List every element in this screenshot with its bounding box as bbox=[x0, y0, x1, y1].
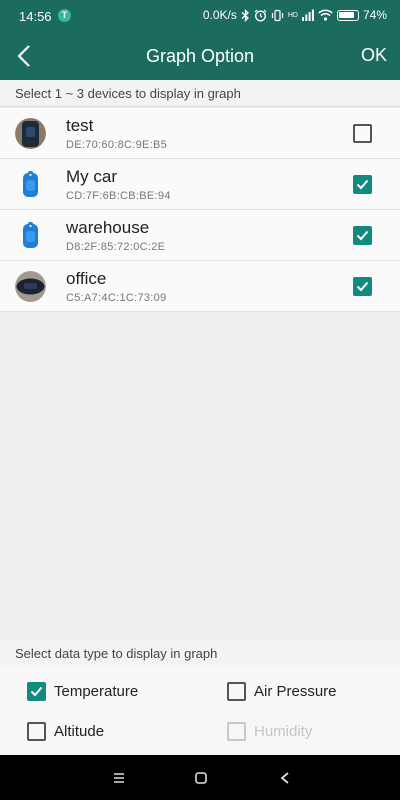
alarm-icon bbox=[254, 9, 267, 21]
temperature-label: Temperature bbox=[54, 683, 139, 700]
data-type-section-header: Select data type to display in graph bbox=[0, 640, 400, 667]
device-checkbox[interactable] bbox=[353, 124, 372, 143]
device-name: test bbox=[66, 116, 94, 135]
wifi-icon bbox=[318, 9, 333, 21]
ok-button[interactable]: OK bbox=[361, 45, 387, 66]
device-row-test[interactable]: test DE:70:60:8C:9E:B5 bbox=[0, 108, 400, 159]
device-mac: DE:70:60:8C:9E:B5 bbox=[66, 139, 168, 151]
device-row-my-car[interactable]: My car CD:7F:6B:CB:BE:94 bbox=[0, 159, 400, 210]
home-square-icon[interactable] bbox=[191, 768, 211, 788]
blue-tag-icon bbox=[23, 222, 38, 248]
humidity-label: Humidity bbox=[254, 723, 313, 740]
vibrate-icon bbox=[271, 9, 283, 21]
device-mac: C5:A7:4C:1C:73:09 bbox=[66, 292, 167, 304]
network-speed: 0.0K/s bbox=[202, 8, 237, 22]
triangle-back-icon[interactable] bbox=[275, 768, 295, 788]
device-list: test DE:70:60:8C:9E:B5 My car CD:7F:6B:C… bbox=[0, 108, 400, 312]
battery-percent: 74% bbox=[362, 8, 387, 22]
system-nav-bar bbox=[0, 755, 400, 800]
status-time: 14:56 bbox=[19, 9, 52, 24]
option-temperature[interactable]: Temperature bbox=[27, 682, 138, 701]
dark-device-photo bbox=[15, 118, 46, 149]
checkmark-icon bbox=[356, 179, 369, 190]
menu-icon[interactable] bbox=[109, 768, 129, 788]
option-altitude[interactable]: Altitude bbox=[27, 722, 104, 741]
checkmark-icon bbox=[30, 686, 43, 697]
device-row-warehouse[interactable]: warehouse D8:2F:85:72:0C:2E bbox=[0, 210, 400, 261]
device-name: office bbox=[66, 269, 107, 288]
option-air-pressure[interactable]: Air Pressure bbox=[227, 682, 337, 701]
device-checkbox[interactable] bbox=[353, 175, 372, 194]
altitude-checkbox[interactable] bbox=[27, 722, 46, 741]
device-section-header: Select 1 ~ 3 devices to display in graph bbox=[0, 80, 400, 107]
battery-icon bbox=[336, 9, 359, 21]
temperature-checkbox[interactable] bbox=[27, 682, 46, 701]
data-type-options: Temperature Air Pressure Altitude Humidi… bbox=[0, 666, 400, 755]
device-mac: CD:7F:6B:CB:BE:94 bbox=[66, 190, 171, 202]
device-row-office[interactable]: office C5:A7:4C:1C:73:09 bbox=[0, 261, 400, 312]
altitude-label: Altitude bbox=[54, 723, 105, 740]
checkmark-icon bbox=[356, 281, 369, 292]
status-icons: 0.0K/s HD 74% bbox=[203, 8, 387, 22]
device-name: My car bbox=[66, 167, 117, 186]
page-title: Graph Option bbox=[145, 46, 255, 66]
signal-hd-label: HD bbox=[287, 11, 298, 19]
dark-device-photo bbox=[15, 271, 46, 302]
t-app-icon: T bbox=[58, 9, 71, 22]
bluetooth-icon bbox=[241, 8, 249, 22]
device-name: warehouse bbox=[66, 218, 150, 237]
air-pressure-checkbox[interactable] bbox=[227, 682, 246, 701]
checkmark-icon bbox=[356, 230, 369, 241]
app-bar: Graph Option OK bbox=[0, 32, 400, 80]
device-checkbox[interactable] bbox=[353, 277, 372, 296]
device-mac: D8:2F:85:72:0C:2E bbox=[66, 241, 166, 253]
option-humidity: Humidity bbox=[227, 722, 312, 741]
signal-icon bbox=[301, 9, 314, 21]
blue-tag-icon bbox=[23, 171, 38, 197]
humidity-checkbox bbox=[227, 722, 246, 741]
air-pressure-label: Air Pressure bbox=[254, 683, 337, 700]
status-bar: 14:56 T 0.0K/s HD 74% bbox=[0, 0, 400, 32]
device-checkbox[interactable] bbox=[353, 226, 372, 245]
